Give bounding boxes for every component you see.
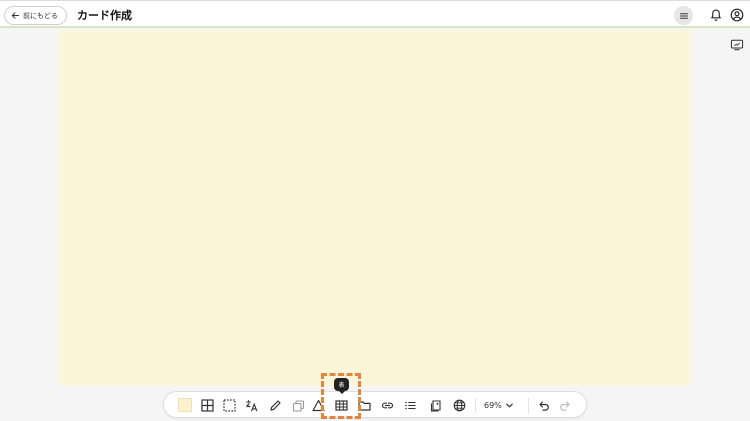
- redo-icon: [560, 401, 570, 411]
- page-title: カード作成: [77, 9, 132, 22]
- card-canvas[interactable]: [59, 30, 692, 386]
- selection-icon: [223, 399, 236, 412]
- back-button[interactable]: 前にもどる: [4, 6, 67, 25]
- text-icon: [246, 400, 258, 412]
- zoom-level: 69%: [484, 401, 502, 410]
- selection-button[interactable]: [221, 397, 238, 414]
- toolbar-separator: [528, 398, 529, 413]
- arrow-left-icon: [11, 12, 20, 19]
- notifications-button[interactable]: [709, 7, 723, 23]
- toolbar-separator: [475, 398, 476, 413]
- background-color-swatch[interactable]: [178, 398, 192, 412]
- image-button[interactable]: [428, 397, 445, 414]
- link-icon: [381, 402, 394, 409]
- presentation-button[interactable]: [729, 38, 745, 52]
- undo-icon: [539, 401, 549, 411]
- list-icon: [405, 401, 416, 410]
- list-button[interactable]: [402, 397, 419, 414]
- back-label: 前にもどる: [23, 11, 58, 20]
- globe-icon: [453, 399, 466, 412]
- link-button[interactable]: [379, 397, 396, 414]
- web-button[interactable]: [451, 397, 468, 414]
- grid-button[interactable]: [199, 397, 216, 414]
- chevron-down-icon: [505, 403, 513, 408]
- highlight-box: [321, 373, 361, 419]
- text-button[interactable]: [243, 397, 260, 414]
- account-button[interactable]: [729, 7, 745, 23]
- account-circle-icon: [730, 8, 744, 22]
- zoom-dropdown[interactable]: 69%: [484, 398, 514, 413]
- bell-icon: [711, 9, 721, 21]
- pen-icon: [270, 400, 281, 411]
- menu-button[interactable]: [674, 6, 693, 25]
- hamburger-menu-icon: [679, 12, 688, 19]
- grid-icon: [201, 399, 214, 412]
- undo-button[interactable]: [535, 397, 552, 414]
- layers-icon: [292, 400, 305, 412]
- presentation-icon: [730, 39, 744, 51]
- redo-button[interactable]: [557, 397, 574, 414]
- bottom-toolbar: 69%: [163, 391, 587, 418]
- image-icon: [430, 400, 441, 412]
- header-bar: 前にもどる カード作成: [0, 0, 750, 28]
- layers-button[interactable]: [290, 397, 307, 414]
- pen-button[interactable]: [267, 397, 284, 414]
